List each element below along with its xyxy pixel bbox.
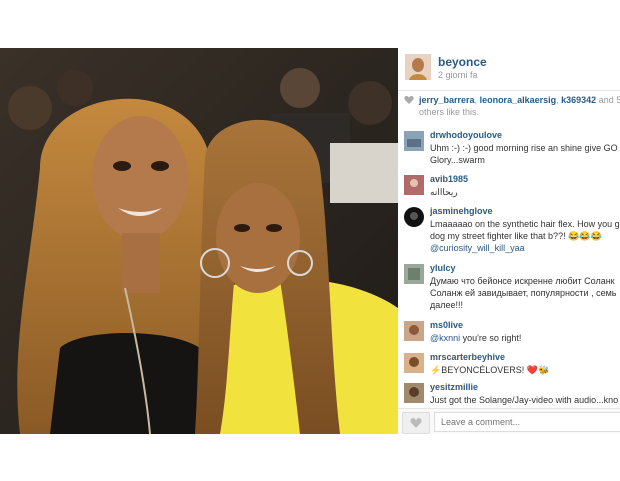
likes-more: and 5 [598,95,620,105]
commenter-avatar[interactable] [404,175,424,195]
post-timestamp: 2 giorni fa [438,70,478,80]
mention-link[interactable]: @kxnni [430,333,460,343]
comment-text: Uhm :-) :-) good morning rise an shine g… [430,143,618,165]
likers-list: jerry_barrera, leonora_alkaersig, k36934… [419,95,620,105]
commenter-avatar[interactable] [404,321,424,341]
liker-link[interactable]: leonora_alkaersig [480,95,557,105]
comment-username[interactable]: mrscarterbeyhive [430,352,505,362]
commenter-avatar[interactable] [404,207,424,227]
comment-text: Just got the Solange/Jay-video with audi… [430,395,619,405]
like-button[interactable] [402,412,430,434]
commenter-avatar[interactable] [404,264,424,284]
comment-username[interactable]: jasminehglove [430,206,493,216]
comment-input[interactable] [434,412,620,432]
heart-icon [410,418,422,428]
comment-username[interactable]: drwhodoyoulove [430,130,502,140]
comment-text: ريحااانه [430,187,458,197]
comment-text: Lmaaaaao on the synthetic hair flex. How… [430,219,620,254]
comment-footer [398,408,620,434]
likes-summary: jerry_barrera, leonora_alkaersig, k36934… [398,94,620,120]
comment-text: ⚡BEYONCÉLOVERS! ❤️🐝 [430,365,550,375]
comment-username[interactable]: ylulcy [430,263,456,273]
comment-username[interactable]: avib1985 [430,174,468,184]
commenter-avatar[interactable] [404,353,424,373]
post-header: beyonce 2 giorni fa [398,48,620,91]
comment-text: @kxnni you're so right! [430,333,522,343]
user-avatar[interactable] [405,54,431,80]
post-photo[interactable] [0,48,398,434]
liker-link[interactable]: jerry_barrera [419,95,475,105]
likes-rest-text: others like this. [419,107,480,117]
post-username[interactable]: beyonce [438,55,487,69]
photo-image [0,48,398,434]
liker-link[interactable]: k369342 [561,95,596,105]
comment-username[interactable]: yesitzmillie [430,382,478,392]
heart-icon [404,95,414,104]
comment-text: Думаю что бейонсе искренне любит Соланк … [430,276,617,310]
mention-link[interactable]: @curiosity_will_kill_yaa [430,242,620,254]
commenter-avatar[interactable] [404,383,424,403]
commenter-avatar[interactable] [404,131,424,151]
comments-panel: beyonce 2 giorni fa jerry_barrera, leono… [398,48,620,434]
comment-username[interactable]: ms0live [430,320,463,330]
